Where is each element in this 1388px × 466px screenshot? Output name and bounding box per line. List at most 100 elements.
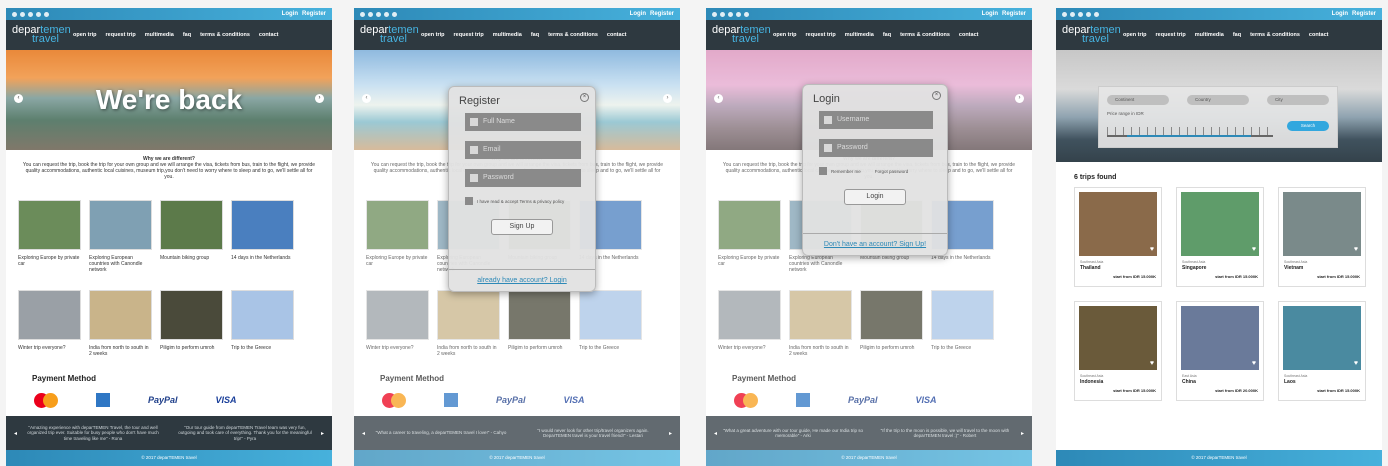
logo[interactable]: departemen travel — [712, 25, 771, 45]
heart-icon[interactable]: ♥ — [1252, 360, 1256, 367]
register-link[interactable]: Register — [1002, 11, 1026, 17]
twitter-icon[interactable] — [712, 11, 717, 17]
logo[interactable]: departemen travel — [360, 25, 419, 45]
nav-multimedia[interactable]: multimedia — [1195, 32, 1224, 38]
heart-icon[interactable]: ♥ — [1150, 360, 1154, 367]
country-select[interactable]: Country — [1187, 95, 1249, 105]
nav-request-trip[interactable]: request trip — [806, 32, 836, 38]
nav-request-trip[interactable]: request trip — [106, 32, 136, 38]
nav-multimedia[interactable]: multimedia — [845, 32, 874, 38]
login-link[interactable]: Login — [982, 11, 998, 17]
nav-terms[interactable]: terms & conditions — [200, 32, 250, 38]
nav-contact[interactable]: contact — [259, 32, 279, 38]
result-card[interactable]: ♥ Southeast Asia Indonesia start from IDR 1… — [1074, 301, 1162, 401]
search-button[interactable]: Search — [1287, 121, 1329, 131]
result-card[interactable]: ♥ East Asia China start from IDR 20.000K — [1176, 301, 1264, 401]
forgot-password-link[interactable]: Forgot password — [875, 169, 909, 174]
close-icon[interactable]: × — [580, 93, 589, 102]
password-field[interactable]: Password — [819, 139, 933, 157]
login-switch-link[interactable]: already have account? Login — [449, 269, 595, 291]
username-field[interactable]: Username — [819, 111, 933, 129]
blog-icon[interactable] — [44, 11, 49, 17]
signup-switch-link[interactable]: Don't have an account? Sign Up! — [803, 233, 947, 255]
trip-card[interactable]: Exploring Europe by private car — [18, 200, 81, 282]
instagram-icon[interactable] — [720, 11, 725, 17]
nav-terms[interactable]: terms & conditions — [900, 32, 950, 38]
chevron-right-icon[interactable]: ▸ — [321, 430, 324, 437]
login-link[interactable]: Login — [630, 11, 646, 17]
nav-request-trip[interactable]: request trip — [454, 32, 484, 38]
nav-multimedia[interactable]: multimedia — [145, 32, 174, 38]
instagram-icon[interactable] — [1070, 11, 1075, 17]
nav-faq[interactable]: faq — [183, 32, 191, 38]
signup-button[interactable]: Sign Up — [491, 219, 553, 235]
continent-select[interactable]: Continent — [1107, 95, 1169, 105]
instagram-icon[interactable] — [20, 11, 25, 17]
trip-card[interactable]: 14 days in the Netherlands — [231, 200, 294, 282]
login-button[interactable]: Login — [844, 189, 906, 205]
facebook-icon[interactable] — [728, 11, 733, 17]
prev-slide-icon[interactable]: ‹ — [14, 94, 23, 103]
twitter-icon[interactable] — [1062, 11, 1067, 17]
heart-icon[interactable]: ♥ — [1354, 246, 1358, 253]
trip-card[interactable]: India from north to south in 2 weeks — [89, 290, 152, 372]
result-card[interactable]: ♥ Southeast Asia Thailand start from IDR 15… — [1074, 187, 1162, 287]
city-select[interactable]: City — [1267, 95, 1329, 105]
nav-terms[interactable]: terms & conditions — [1250, 32, 1300, 38]
trip-card[interactable]: Mountain biking group — [160, 200, 223, 282]
nav-contact[interactable]: contact — [1309, 32, 1329, 38]
nav-open-trip[interactable]: open trip — [73, 32, 97, 38]
blog-icon[interactable] — [392, 11, 397, 17]
nav-faq[interactable]: faq — [1233, 32, 1241, 38]
result-card[interactable]: ♥ Southeast Asia Singapore start from IDR 1… — [1176, 187, 1264, 287]
result-country: China — [1182, 379, 1196, 385]
heart-icon[interactable]: ♥ — [1354, 360, 1358, 367]
facebook-icon[interactable] — [28, 11, 33, 17]
nav-open-trip[interactable]: open trip — [421, 32, 445, 38]
register-link[interactable]: Register — [650, 11, 674, 17]
logo[interactable]: departemen travel — [12, 25, 71, 45]
password-field[interactable]: Password — [465, 169, 581, 187]
terms-checkbox[interactable] — [465, 197, 473, 205]
result-card[interactable]: ♥ Southeast Asia Laos start from IDR 15.000… — [1278, 301, 1366, 401]
heart-icon[interactable]: ♥ — [1150, 246, 1154, 253]
heart-icon[interactable]: ♥ — [1252, 246, 1256, 253]
facebook-icon[interactable] — [376, 11, 381, 17]
trip-card[interactable]: Winter trip everyone? — [18, 290, 81, 372]
youtube-icon[interactable] — [384, 11, 389, 17]
nav-multimedia[interactable]: multimedia — [493, 32, 522, 38]
trip-card[interactable]: Exploring European countries with Canond… — [89, 200, 152, 282]
nav-open-trip[interactable]: open trip — [773, 32, 797, 38]
youtube-icon[interactable] — [1086, 11, 1091, 17]
register-link[interactable]: Register — [1352, 11, 1376, 17]
youtube-icon[interactable] — [36, 11, 41, 17]
next-slide-icon[interactable]: › — [315, 94, 324, 103]
facebook-icon[interactable] — [1078, 11, 1083, 17]
price-range-slider[interactable] — [1107, 119, 1273, 137]
email-field[interactable]: Email — [465, 141, 581, 159]
nav-contact[interactable]: contact — [959, 32, 979, 38]
register-link[interactable]: Register — [302, 11, 326, 17]
nav-faq[interactable]: faq — [531, 32, 539, 38]
twitter-icon[interactable] — [12, 11, 17, 17]
login-link[interactable]: Login — [282, 11, 298, 17]
result-card[interactable]: ♥ Southeast Asia Vietnam start from IDR 15.… — [1278, 187, 1366, 287]
fullname-field[interactable]: Full Name — [465, 113, 581, 131]
nav-terms[interactable]: terms & conditions — [548, 32, 598, 38]
twitter-icon[interactable] — [360, 11, 365, 17]
logo[interactable]: departemen travel — [1062, 25, 1121, 45]
blog-icon[interactable] — [1094, 11, 1099, 17]
nav-open-trip[interactable]: open trip — [1123, 32, 1147, 38]
close-icon[interactable]: × — [932, 91, 941, 100]
youtube-icon[interactable] — [736, 11, 741, 17]
trip-card[interactable]: Trip to the Greece — [231, 290, 294, 372]
blog-icon[interactable] — [744, 11, 749, 17]
trip-card[interactable]: Piligim to perform umroh — [160, 290, 223, 372]
instagram-icon[interactable] — [368, 11, 373, 17]
login-link[interactable]: Login — [1332, 11, 1348, 17]
nav-faq[interactable]: faq — [883, 32, 891, 38]
remember-checkbox[interactable] — [819, 167, 827, 175]
nav-contact[interactable]: contact — [607, 32, 627, 38]
nav-request-trip[interactable]: request trip — [1156, 32, 1186, 38]
panel-search-results: Login Register departemen travel open trip… — [1056, 8, 1382, 466]
